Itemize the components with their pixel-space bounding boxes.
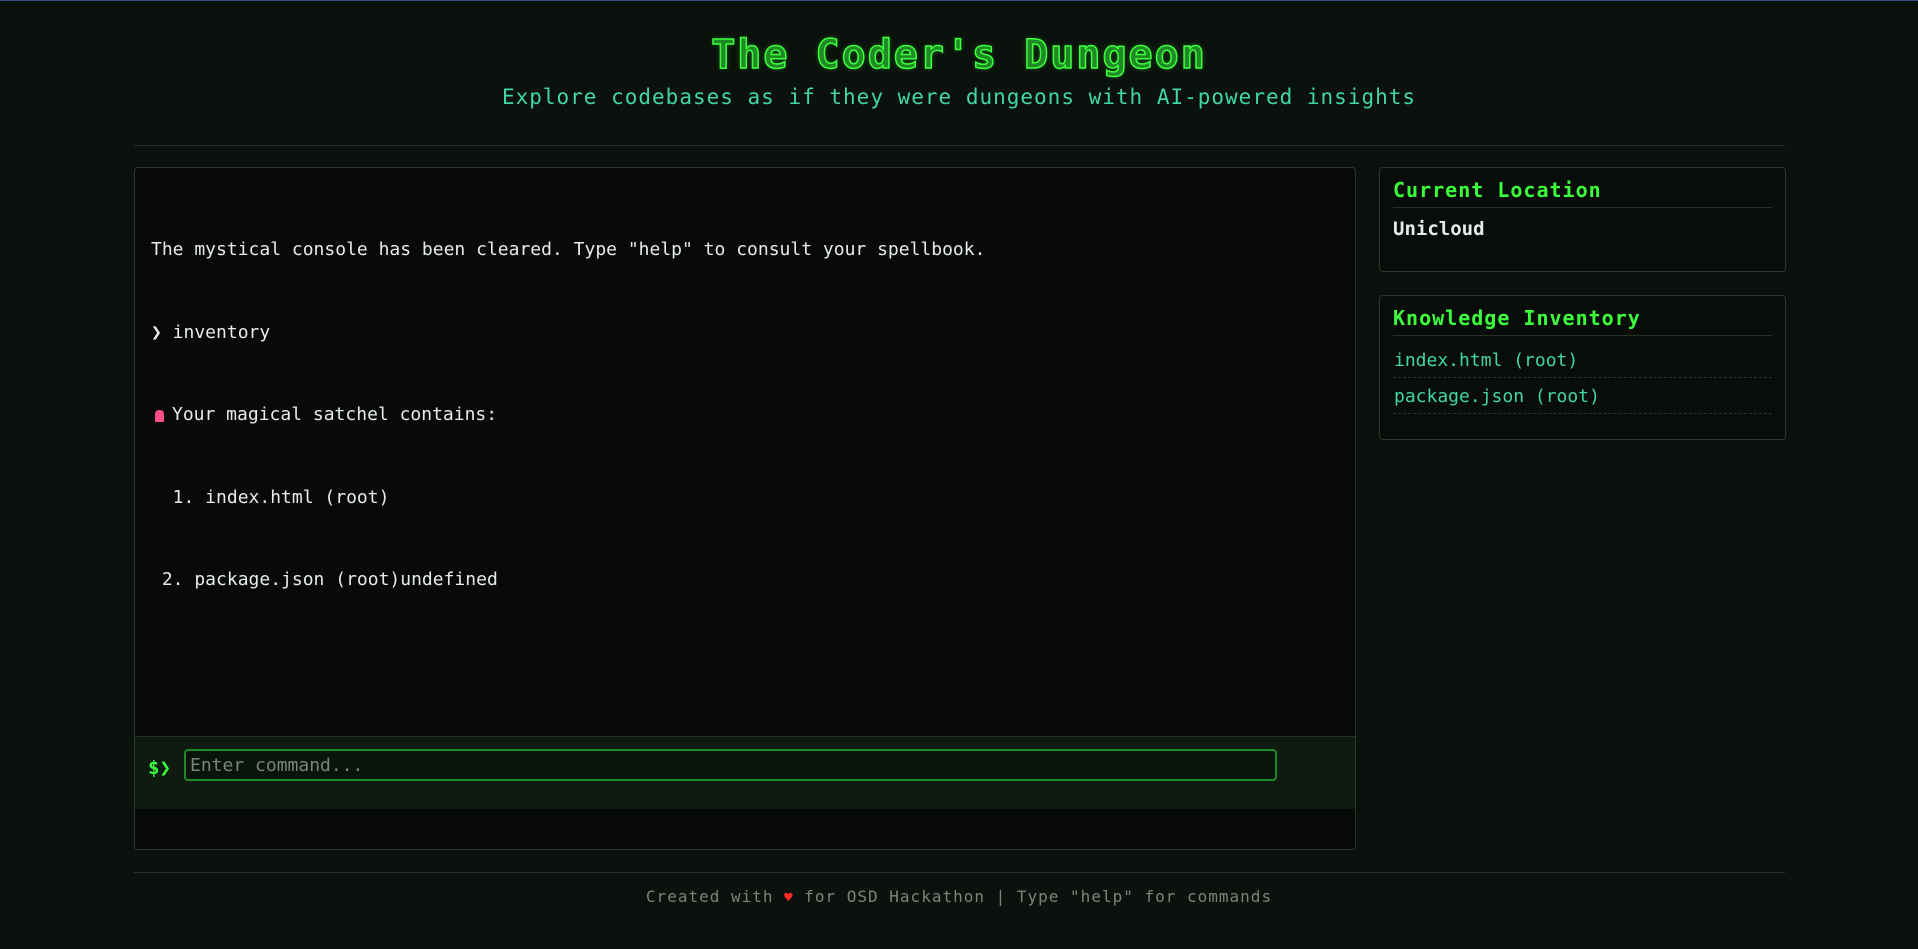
- terminal-console: The mystical console has been cleared. T…: [134, 167, 1356, 850]
- console-line-item-1: 1. index.html (root): [151, 486, 390, 508]
- footer-suffix: for OSD Hackathon | Type "help" for comm…: [793, 887, 1273, 906]
- inventory-item-package-json[interactable]: package.json (root): [1393, 378, 1772, 414]
- command-bar: $❯: [135, 736, 1355, 809]
- inventory-item-index-html[interactable]: index.html (root): [1393, 342, 1772, 378]
- footer-divider: [134, 872, 1785, 873]
- prompt-symbol: $❯: [148, 757, 171, 779]
- console-line-command: ❯ inventory: [151, 321, 271, 343]
- console-line-item-2: 2. package.json (root)undefined: [151, 569, 498, 590]
- page-subtitle: Explore codebases as if they were dungeo…: [501, 85, 1417, 109]
- console-output: The mystical console has been cleared. T…: [135, 168, 1355, 662]
- knowledge-inventory-panel: Knowledge Inventory index.html (root) pa…: [1379, 295, 1786, 440]
- satchel-text: Your magical satchel contains:: [172, 404, 498, 425]
- footer-prefix: Created with: [645, 887, 785, 906]
- heart-icon: ♥: [784, 890, 794, 906]
- header-divider: [134, 145, 1785, 146]
- page-title: The Coder's Dungeon: [710, 31, 1207, 79]
- knowledge-inventory-heading: Knowledge Inventory: [1393, 306, 1772, 336]
- inventory-list: index.html (root) package.json (root): [1393, 342, 1772, 414]
- command-input[interactable]: [184, 749, 1277, 781]
- gem-icon: [155, 410, 164, 422]
- page-footer: Created with ♥ for OSD Hackathon | Type …: [0, 887, 1918, 906]
- current-location-panel: Current Location Unicloud: [1379, 167, 1786, 272]
- console-line-satchel: Your magical satchel contains:: [151, 401, 1339, 429]
- current-location-value: Unicloud: [1393, 218, 1485, 240]
- console-line-cleared: The mystical console has been cleared. T…: [151, 239, 986, 260]
- current-location-heading: Current Location: [1393, 178, 1772, 208]
- page-header: The Coder's Dungeon Explore codebases as…: [0, 29, 1918, 109]
